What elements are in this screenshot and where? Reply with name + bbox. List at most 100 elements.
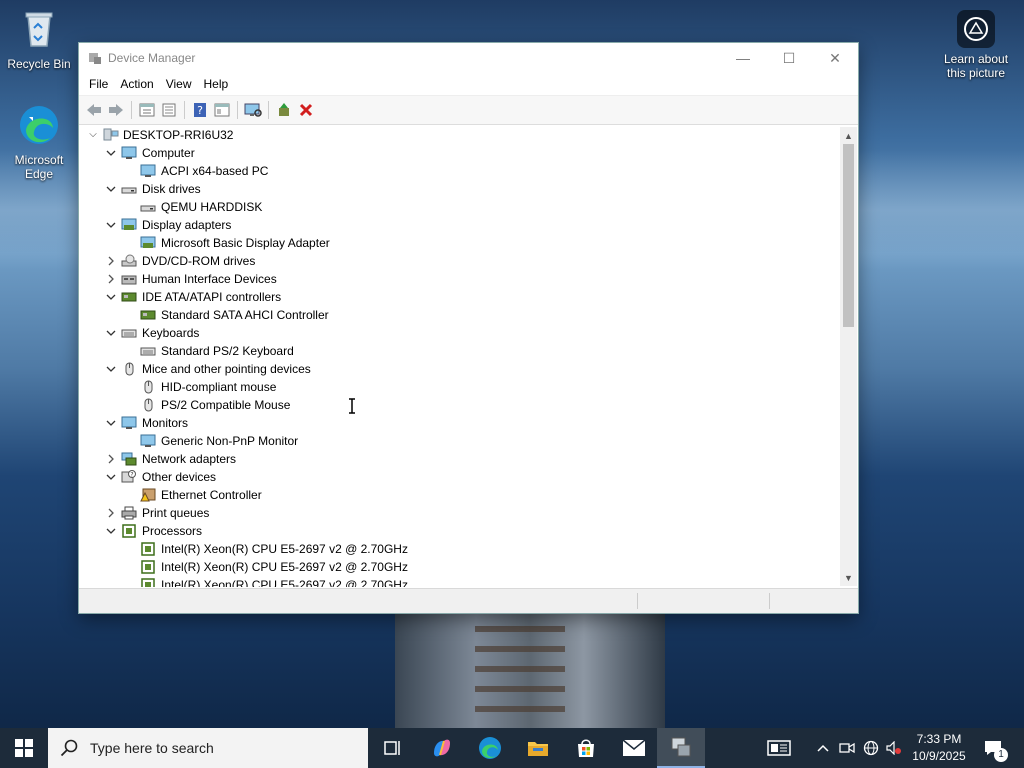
close-button[interactable]: ✕ bbox=[812, 43, 858, 73]
tree-category[interactable]: IDE ATA/ATAPI controllers bbox=[80, 288, 838, 306]
back-icon bbox=[87, 104, 101, 116]
copilot-button[interactable] bbox=[418, 728, 466, 768]
collapse-toggle-icon[interactable]: ⌵ bbox=[87, 126, 99, 144]
tree-category[interactable]: Mice and other pointing devices bbox=[80, 360, 838, 378]
tree-category[interactable]: Print queues bbox=[80, 504, 838, 522]
help-button[interactable]: ? bbox=[189, 99, 211, 121]
forward-button[interactable] bbox=[105, 99, 127, 121]
scroll-up-icon[interactable]: ▲ bbox=[840, 127, 857, 144]
tree-category[interactable]: Display adapters bbox=[80, 216, 838, 234]
hid-icon bbox=[121, 275, 137, 285]
tree-category[interactable]: Network adapters bbox=[80, 450, 838, 468]
tree-device[interactable]: Intel(R) Xeon(R) CPU E5-2697 v2 @ 2.70GH… bbox=[80, 558, 838, 576]
view-button[interactable] bbox=[211, 99, 233, 121]
action-center-button[interactable]: 1 bbox=[978, 728, 1008, 768]
tree-device[interactable]: PS/2 Compatible Mouse bbox=[80, 396, 838, 414]
file-explorer-button[interactable] bbox=[514, 728, 562, 768]
tree-item-label: Intel(R) Xeon(R) CPU E5-2697 v2 @ 2.70GH… bbox=[161, 542, 408, 556]
tree-category[interactable]: DVD/CD-ROM drives bbox=[80, 252, 838, 270]
tree-device[interactable]: Generic Non-PnP Monitor bbox=[80, 432, 838, 450]
scan-hardware-button[interactable] bbox=[242, 99, 264, 121]
tree-root[interactable]: ⌵ DESKTOP-RRI6U32 bbox=[80, 126, 838, 144]
network-globe-icon bbox=[863, 740, 879, 756]
computer-icon bbox=[121, 146, 137, 159]
tree-item-label: Human Interface Devices bbox=[142, 272, 277, 286]
properties-button[interactable] bbox=[136, 99, 158, 121]
meet-now-button[interactable] bbox=[836, 728, 858, 768]
display-adapter-icon bbox=[121, 218, 137, 230]
device-manager-taskbar-button[interactable] bbox=[657, 728, 705, 768]
tree-device[interactable]: Microsoft Basic Display Adapter bbox=[80, 234, 838, 252]
menu-file[interactable]: File bbox=[83, 77, 114, 91]
tree-device[interactable]: Standard SATA AHCI Controller bbox=[80, 306, 838, 324]
menu-view[interactable]: View bbox=[160, 77, 198, 91]
back-button[interactable] bbox=[83, 99, 105, 121]
recycle-bin-icon bbox=[25, 12, 53, 47]
tree-category[interactable]: ? Other devices bbox=[80, 468, 838, 486]
collapse-toggle-icon[interactable] bbox=[105, 216, 117, 234]
tree-device[interactable]: Ethernet Controller bbox=[80, 486, 838, 504]
expand-toggle-icon[interactable] bbox=[105, 270, 117, 288]
volume-button[interactable] bbox=[884, 728, 904, 768]
menu-help[interactable]: Help bbox=[198, 77, 235, 91]
expand-toggle-icon[interactable] bbox=[105, 450, 117, 468]
minimize-button[interactable]: — bbox=[720, 43, 766, 73]
collapse-toggle-icon[interactable] bbox=[105, 414, 117, 432]
tree-item-label: Monitors bbox=[142, 416, 189, 430]
show-hidden-button[interactable] bbox=[158, 99, 180, 121]
tree-device[interactable]: QEMU HARDDISK bbox=[80, 198, 838, 216]
mail-button[interactable] bbox=[610, 728, 658, 768]
task-view-button[interactable] bbox=[368, 728, 416, 768]
desktop-icon-recycle-bin[interactable]: Recycle Bin bbox=[2, 8, 76, 71]
device-manager-window: Device Manager — ☐ ✕ File Action View He… bbox=[79, 43, 858, 613]
device-tree-pane[interactable]: ⌵ DESKTOP-RRI6U32 Computer ACPI x64-based… bbox=[80, 125, 856, 587]
collapse-toggle-icon[interactable] bbox=[105, 144, 117, 162]
tree-device[interactable]: HID-compliant mouse bbox=[80, 378, 838, 396]
title-bar[interactable]: Device Manager — ☐ ✕ bbox=[79, 43, 858, 73]
maximize-icon: ☐ bbox=[782, 49, 796, 66]
collapse-toggle-icon[interactable] bbox=[105, 522, 117, 540]
collapse-toggle-icon[interactable] bbox=[105, 324, 117, 342]
processor-icon bbox=[141, 560, 155, 574]
news-widget-button[interactable] bbox=[760, 728, 798, 768]
tree-device[interactable]: ACPI x64-based PC bbox=[80, 162, 838, 180]
desktop-icon-edge[interactable]: Microsoft Edge bbox=[2, 104, 76, 181]
tree-category[interactable]: Disk drives bbox=[80, 180, 838, 198]
tree-item-label: Processors bbox=[142, 524, 203, 538]
expand-toggle-icon[interactable] bbox=[105, 252, 117, 270]
tree-device[interactable]: Intel(R) Xeon(R) CPU E5-2697 v2 @ 2.70GH… bbox=[80, 540, 838, 558]
taskbar-search-box[interactable]: Type here to search bbox=[48, 728, 368, 768]
tree-item-label: QEMU HARDDISK bbox=[161, 200, 263, 214]
tree-category[interactable]: Keyboards bbox=[80, 324, 838, 342]
collapse-toggle-icon[interactable] bbox=[105, 360, 117, 378]
uninstall-button[interactable] bbox=[295, 99, 317, 121]
device-manager-app-icon bbox=[89, 53, 101, 64]
tree-category[interactable]: Human Interface Devices bbox=[80, 270, 838, 288]
expand-toggle-icon[interactable] bbox=[105, 504, 117, 522]
collapse-toggle-icon[interactable] bbox=[105, 468, 117, 486]
show-hidden-icons-button[interactable] bbox=[812, 728, 834, 768]
tree-category[interactable]: Computer bbox=[80, 144, 838, 162]
scroll-thumb[interactable] bbox=[843, 144, 854, 327]
display-adapter-icon bbox=[140, 236, 156, 248]
tree-device[interactable]: Intel(R) Xeon(R) CPU E5-2697 v2 @ 2.70GH… bbox=[80, 576, 838, 587]
collapse-toggle-icon[interactable] bbox=[105, 180, 117, 198]
tree-category[interactable]: Monitors bbox=[80, 414, 838, 432]
update-driver-button[interactable] bbox=[273, 99, 295, 121]
menu-action[interactable]: Action bbox=[114, 77, 159, 91]
maximize-button[interactable]: ☐ bbox=[766, 43, 812, 73]
network-button[interactable] bbox=[860, 728, 882, 768]
vertical-scrollbar[interactable]: ▲ ▼ bbox=[840, 127, 857, 586]
tree-device[interactable]: Standard PS/2 Keyboard bbox=[80, 342, 838, 360]
clock[interactable]: 7:33 PM 10/9/2025 bbox=[904, 731, 974, 765]
learn-about-picture[interactable]: Learn about this picture bbox=[940, 10, 1012, 80]
collapse-toggle-icon[interactable] bbox=[105, 288, 117, 306]
edge-taskbar-button[interactable] bbox=[466, 728, 514, 768]
processor-icon bbox=[141, 542, 155, 556]
tree-category[interactable]: Processors bbox=[80, 522, 838, 540]
processor-icon bbox=[141, 578, 155, 587]
scroll-down-icon[interactable]: ▼ bbox=[840, 569, 857, 586]
start-button[interactable] bbox=[0, 728, 48, 768]
svg-text:?: ? bbox=[130, 472, 133, 479]
store-button[interactable] bbox=[562, 728, 610, 768]
